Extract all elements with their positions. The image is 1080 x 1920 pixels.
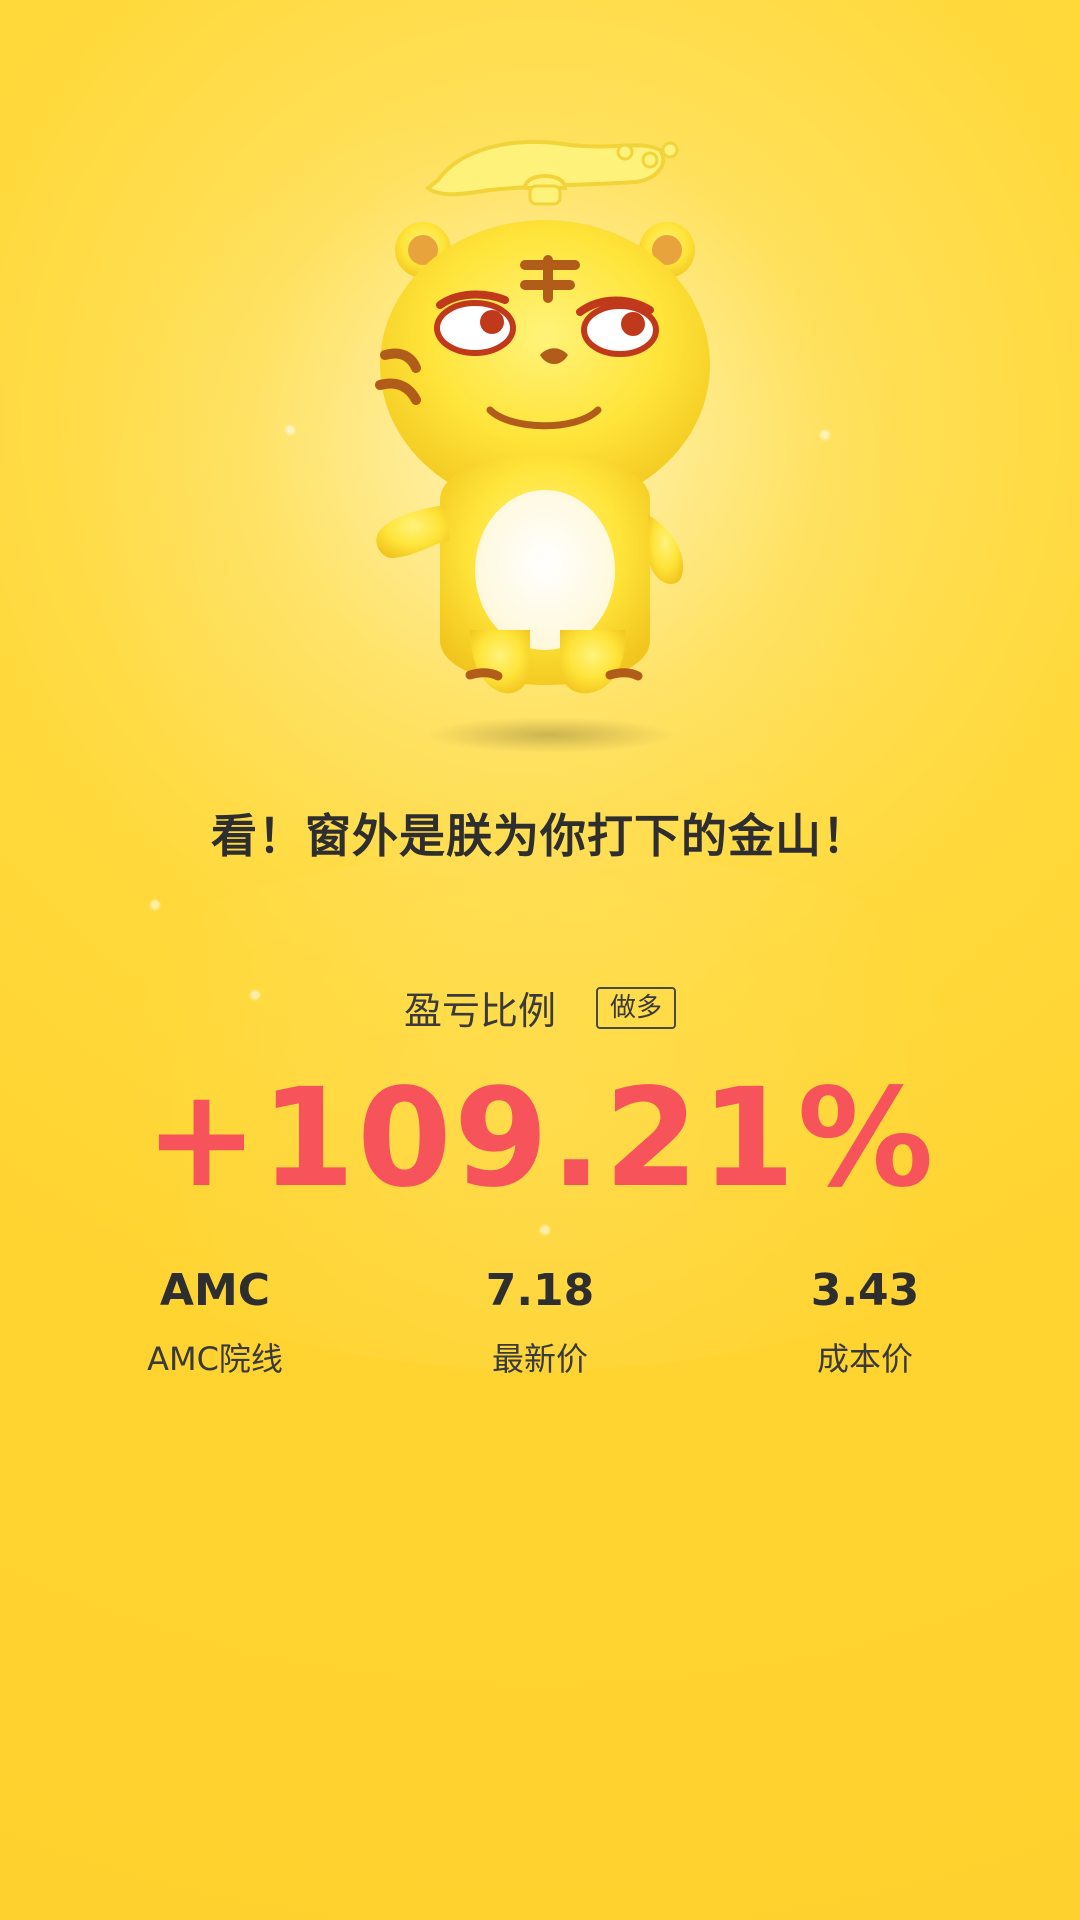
- position-type-badge: 做多: [596, 986, 677, 1029]
- profit-ratio-label: 盈亏比例: [403, 989, 556, 1033]
- stat-ticker-value: AMC: [159, 1265, 271, 1316]
- profit-percentage: +109.21%: [144, 1060, 936, 1218]
- sparkle-4: [150, 900, 160, 910]
- headline-text: 看！窗外是朕为你打下的金山！: [211, 809, 869, 863]
- profit-ratio-row: 盈亏比例 做多: [0, 980, 1080, 1035]
- stat-ticker-label: AMC院线: [147, 1340, 283, 1378]
- stat-cost-price: 3.43 成本价: [735, 1265, 995, 1380]
- stat-cost-price-label: 成本价: [816, 1340, 913, 1378]
- stat-ticker: AMC AMC院线: [85, 1265, 345, 1380]
- sparkle-1: [285, 425, 295, 435]
- sparkle-5: [540, 1225, 550, 1235]
- stat-cost-price-value: 3.43: [810, 1265, 920, 1316]
- stat-latest-price-value: 7.18: [485, 1265, 595, 1316]
- tiger-mascot-icon: [320, 110, 760, 760]
- sparkle-2: [820, 430, 830, 440]
- stats-row: AMC AMC院线 7.18 最新价 3.43 成本价: [85, 1265, 995, 1380]
- stat-latest-price: 7.18 最新价: [410, 1265, 670, 1380]
- stat-latest-price-label: 最新价: [491, 1340, 588, 1378]
